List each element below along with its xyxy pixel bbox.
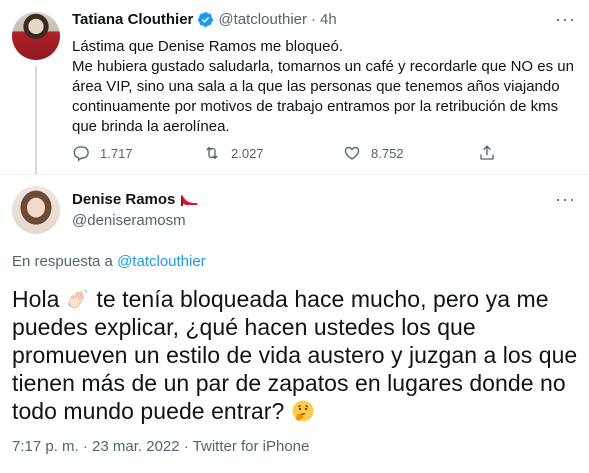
author-handle[interactable]: @tatclouthier [218,11,307,28]
tweet1-line: área VIP, sino una sala a la que las per… [72,78,560,95]
author-handle[interactable]: @deniseramosm [72,212,186,229]
divider [0,174,589,175]
tweet2-word: Hola [12,286,60,312]
share-icon [480,145,494,160]
retweet-button[interactable]: 2.027 [203,144,264,162]
separator: · [311,11,317,28]
tweet2-text: Hola te tenía bloqueada hace mucho, pero… [12,285,582,425]
tweet2-line: promueven un estilo de vida austero y ju… [12,342,578,368]
reply-handle-link[interactable]: @tatclouthier [117,253,206,270]
tweet1-line: Lástima que Denise Ramos me bloqueó. [72,38,343,55]
avatar-tatiana[interactable] [12,12,60,60]
tweet1-line: que brinda la aerolínea. [72,118,230,135]
author-name[interactable]: Tatiana Clouthier [72,11,193,28]
tweet-time[interactable]: 4h [320,11,337,28]
tweet2-line: puedes explicar, ¿qué hacen ustedes los … [12,314,476,340]
tweet2-line-text: todo mundo puede entrar? [12,398,285,424]
tweet1-text: Lástima que Denise Ramos me bloqueó. Me … [72,37,577,137]
retweet-count: 2.027 [231,145,264,161]
avatar-denise[interactable] [12,186,60,234]
tweet2-line: tienen más de un par de zapatos en lugar… [12,370,566,396]
thinking-face-emoji [292,400,314,422]
reply-button[interactable]: 1.717 [72,144,133,162]
retweet-icon [206,146,218,160]
share-button[interactable] [478,144,506,162]
reply-count: 1.717 [100,145,133,161]
verified-badge-icon [198,12,214,27]
more-icon[interactable]: ··· [555,10,576,28]
tweet-timestamp[interactable]: 7:17 p. m. · 23 mar. 2022 · Twitter for … [12,438,309,455]
tweet2-line: todo mundo puede entrar? [12,397,582,425]
tweet1-line: Me hubiera gustado saludarla, tomarnos u… [72,58,574,75]
reply-prefix: En respuesta a [12,253,113,270]
more-icon[interactable]: ··· [555,190,576,208]
waving-hand-emoji [67,289,88,309]
thread-connector [35,66,37,174]
tweet1-header: Tatiana Clouthier @tatclouthier · 4h [72,11,337,28]
like-count: 8.752 [371,145,404,161]
reply-context: En respuesta a @tatclouthier [12,253,206,270]
like-button[interactable]: 8.752 [343,144,404,162]
author-name[interactable]: Denise Ramos [72,191,175,208]
high-heel-emoji [181,194,198,206]
tweet1-line: continuamente por motivos de trabajo ent… [72,98,559,115]
reply-icon [73,146,89,162]
tweet2-line: Hola te tenía bloqueada hace mucho, pero… [12,285,582,313]
tweet2-header: Denise Ramos [72,191,199,208]
tweet2-line-rest: te tenía bloqueada hace mucho, pero ya m… [96,286,549,312]
heart-icon [344,146,360,160]
